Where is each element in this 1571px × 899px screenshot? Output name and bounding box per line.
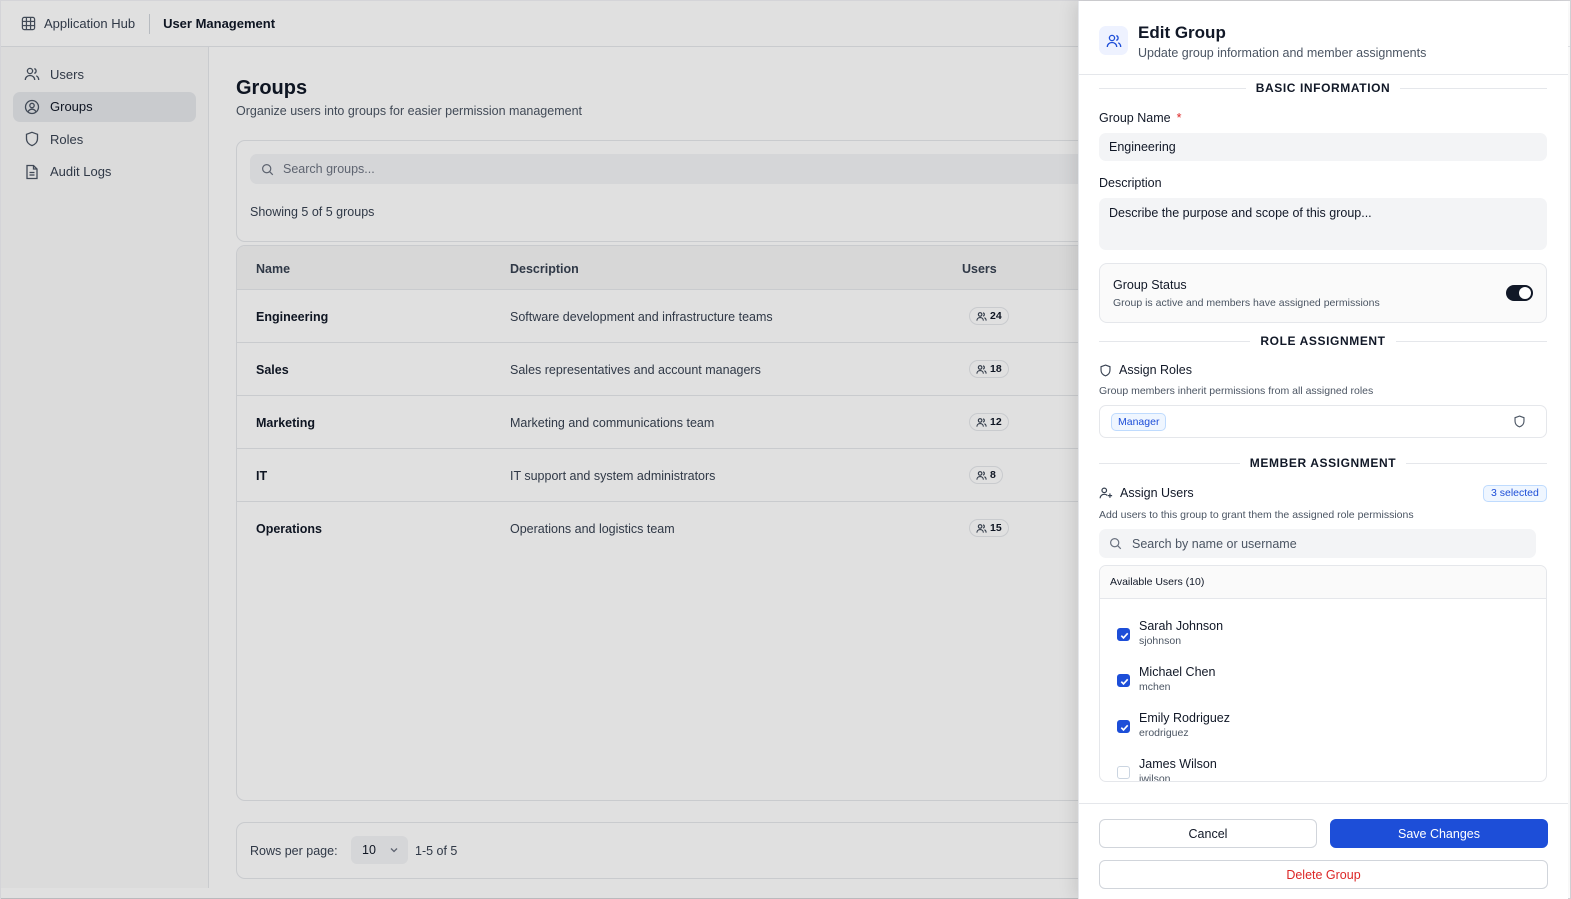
- label-text: Assign Users: [1120, 486, 1194, 500]
- selected-count-badge: 3 selected: [1483, 485, 1547, 502]
- list-item[interactable]: Sarah Johnson sjohnson: [1100, 614, 1546, 660]
- label-text: Group Name: [1099, 111, 1171, 125]
- user-checkbox[interactable]: [1117, 674, 1130, 687]
- label-text: Assign Roles: [1119, 363, 1192, 377]
- user-checkbox[interactable]: [1117, 720, 1130, 733]
- description-label: Description: [1099, 176, 1162, 190]
- assign-roles-helper: Group members inherit permissions from a…: [1099, 385, 1374, 397]
- list-item[interactable]: Emily Rodriguez erodriguez: [1100, 706, 1546, 752]
- delete-group-button[interactable]: Delete Group: [1099, 860, 1548, 889]
- section-basic-information: BASIC INFORMATION: [1099, 80, 1547, 96]
- search-icon: [1109, 537, 1122, 550]
- list-item[interactable]: Michael Chen mchen: [1100, 660, 1546, 706]
- user-plus-icon: [1099, 486, 1113, 500]
- drawer-subtitle: Update group information and member assi…: [1138, 46, 1427, 60]
- section-title: BASIC INFORMATION: [1255, 81, 1391, 95]
- group-status-description: Group is active and members have assigne…: [1113, 297, 1380, 309]
- assign-users-helper: Add users to this group to grant them th…: [1099, 509, 1414, 521]
- modal-backdrop[interactable]: [1, 1, 1078, 899]
- description-placeholder: Describe the purpose and scope of this g…: [1109, 206, 1372, 220]
- user-checkbox[interactable]: [1117, 628, 1130, 641]
- group-status-card: Group Status Group is active and members…: [1099, 263, 1547, 323]
- required-mark: *: [1176, 111, 1182, 125]
- user-name: Sarah Johnson: [1139, 619, 1224, 633]
- save-changes-button[interactable]: Save Changes: [1330, 819, 1548, 848]
- group-name-label: Group Name *: [1099, 111, 1181, 125]
- search-placeholder: Search by name or username: [1132, 536, 1297, 551]
- group-status-toggle[interactable]: [1506, 285, 1533, 301]
- edit-group-drawer: Edit Group Update group information and …: [1078, 1, 1568, 899]
- user-checkbox[interactable]: [1117, 766, 1130, 779]
- drawer-header: Edit Group Update group information and …: [1079, 1, 1568, 75]
- users-icon: [1099, 26, 1128, 55]
- shield-icon: [1099, 363, 1112, 377]
- section-role-assignment: ROLE ASSIGNMENT: [1099, 333, 1547, 349]
- available-users-header: Available Users (10): [1100, 566, 1546, 599]
- user-username: mchen: [1139, 681, 1171, 693]
- user-username: jwilson: [1139, 773, 1171, 782]
- assign-users-label: Assign Users: [1099, 486, 1194, 500]
- section-title: ROLE ASSIGNMENT: [1260, 334, 1386, 348]
- user-name: Michael Chen: [1139, 665, 1216, 679]
- drawer-title: Edit Group: [1138, 23, 1226, 42]
- role-chip-manager[interactable]: Manager: [1111, 413, 1167, 431]
- user-name: Emily Rodriguez: [1139, 711, 1231, 725]
- drawer-footer: Cancel Save Changes Delete Group: [1079, 803, 1568, 899]
- user-search-input[interactable]: Search by name or username: [1099, 529, 1536, 558]
- description-textarea[interactable]: Describe the purpose and scope of this g…: [1099, 198, 1547, 250]
- available-users-list[interactable]: Available Users (10) Sarah Johnson sjohn…: [1099, 565, 1547, 782]
- user-username: sjohnson: [1139, 635, 1182, 647]
- group-status-title: Group Status: [1113, 278, 1187, 292]
- assign-roles-label: Assign Roles: [1099, 363, 1192, 377]
- toggle-knob: [1519, 287, 1531, 299]
- roles-multiselect[interactable]: Manager: [1099, 405, 1547, 438]
- user-username: erodriguez: [1139, 727, 1189, 739]
- list-item[interactable]: James Wilson jwilson: [1100, 752, 1546, 782]
- shield-icon: [1513, 415, 1526, 428]
- app-window: Application Hub User Management Users Gr…: [0, 0, 1571, 899]
- group-name-input[interactable]: [1099, 133, 1547, 161]
- section-title: MEMBER ASSIGNMENT: [1249, 456, 1397, 470]
- section-member-assignment: MEMBER ASSIGNMENT: [1099, 455, 1547, 471]
- user-name: James Wilson: [1139, 757, 1217, 771]
- cancel-button[interactable]: Cancel: [1099, 819, 1317, 848]
